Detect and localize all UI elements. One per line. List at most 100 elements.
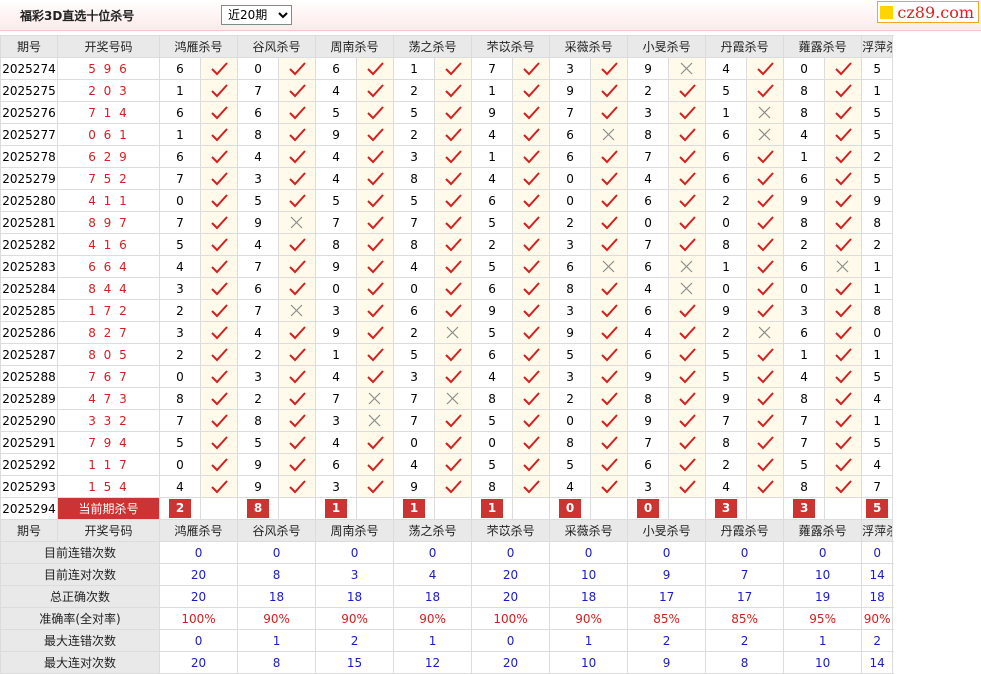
result-mark-cell bbox=[590, 299, 629, 322]
result-mark-cell bbox=[824, 409, 863, 432]
result-mark-cell bbox=[512, 343, 551, 366]
result-mark-cell bbox=[668, 299, 707, 322]
stat-value-cell: 20 bbox=[471, 563, 551, 586]
result-mark-cell bbox=[278, 431, 317, 454]
check-icon bbox=[445, 193, 462, 207]
kill-number-cell: 6 bbox=[783, 321, 826, 344]
check-icon bbox=[211, 61, 228, 75]
result-mark-cell bbox=[278, 453, 317, 476]
kill-number-cell: 1 bbox=[471, 79, 514, 102]
kill-number-cell: 1 bbox=[783, 343, 826, 366]
kill-number-cell: 6 bbox=[627, 453, 670, 476]
check-icon bbox=[757, 215, 774, 229]
check-icon bbox=[835, 479, 852, 493]
col-header-expert: 芣苡杀号 bbox=[471, 519, 551, 542]
kill-number-cell: 4 bbox=[315, 79, 358, 102]
kill-number-cell: 3 bbox=[549, 299, 592, 322]
kill-number-cell: 6 bbox=[627, 343, 670, 366]
col-header-expert: 荡之杀号 bbox=[393, 519, 473, 542]
check-icon bbox=[757, 391, 774, 405]
check-icon bbox=[523, 413, 540, 427]
kill-number-cell: 7 bbox=[705, 409, 748, 432]
result-mark-cell bbox=[356, 167, 395, 190]
result-mark-cell bbox=[199, 255, 239, 278]
result-mark-cell bbox=[199, 409, 239, 432]
result-mark-cell bbox=[590, 387, 629, 410]
check-icon bbox=[211, 215, 228, 229]
kill-number-cell: 7 bbox=[159, 409, 201, 432]
result-mark-cell bbox=[434, 475, 473, 498]
kill-number-cell: 4 bbox=[315, 145, 358, 168]
col-header-expert: 采薇杀号 bbox=[549, 35, 629, 58]
kill-number-cell: 0 bbox=[783, 277, 826, 300]
stat-value-cell: 2 bbox=[315, 629, 395, 652]
result-mark-cell bbox=[668, 321, 707, 344]
kill-number-cell: 6 bbox=[705, 123, 748, 146]
kill-number-cell: 4 bbox=[237, 233, 280, 256]
stat-value-cell: 9 bbox=[627, 563, 707, 586]
kill-number-cell: 4 bbox=[471, 167, 514, 190]
kill-number-cell: 3 bbox=[627, 101, 670, 124]
check-icon bbox=[289, 259, 306, 273]
check-icon bbox=[367, 215, 384, 229]
result-mark-cell bbox=[512, 365, 551, 388]
kill-number-cell: 7 bbox=[627, 145, 670, 168]
kill-number-cell: 2 bbox=[705, 453, 748, 476]
check-icon bbox=[211, 347, 228, 361]
result-mark-cell bbox=[746, 123, 785, 146]
check-icon bbox=[367, 479, 384, 493]
check-icon bbox=[367, 347, 384, 361]
kill-number-cell: 7 bbox=[159, 211, 201, 234]
kill-number-cell: 3 bbox=[159, 277, 201, 300]
result-mark-cell bbox=[356, 409, 395, 432]
table-row: 20252921 1 70964556254全对 bbox=[0, 453, 894, 476]
result-mark-cell bbox=[512, 431, 551, 454]
kill-number-cell: 3 bbox=[393, 145, 436, 168]
kill-number-cell: 4 bbox=[393, 453, 436, 476]
result-mark-cell bbox=[824, 365, 863, 388]
issue-cell: 2025283 bbox=[0, 255, 58, 278]
cross-icon bbox=[758, 128, 771, 140]
kill-number-cell: 3 bbox=[315, 475, 358, 498]
draw-number-cell: 8 0 5 bbox=[57, 343, 160, 366]
check-icon bbox=[445, 215, 462, 229]
result-mark-cell bbox=[824, 101, 863, 124]
kill-number-cell: 4 bbox=[393, 255, 436, 278]
check-icon bbox=[601, 391, 618, 405]
result-mark-cell bbox=[590, 101, 629, 124]
check-icon bbox=[289, 457, 306, 471]
stat-value-cell: 18 bbox=[237, 585, 317, 608]
kill-number-cell: 2 bbox=[237, 343, 280, 366]
result-mark-cell bbox=[278, 79, 317, 102]
result-mark-cell bbox=[199, 475, 239, 498]
check-icon bbox=[445, 105, 462, 119]
kill-number-cell: 9 bbox=[705, 387, 748, 410]
kill-number-cell: 0 bbox=[471, 431, 514, 454]
kill-number-cell: 6 bbox=[393, 299, 436, 322]
kill-number-cell: 5 bbox=[861, 57, 894, 80]
check-icon bbox=[757, 259, 774, 273]
kill-number-cell: 3 bbox=[549, 233, 592, 256]
site-logo[interactable]: cz89.com bbox=[877, 1, 979, 23]
check-icon bbox=[679, 171, 696, 185]
logo-square-icon bbox=[880, 5, 894, 19]
result-mark-cell bbox=[199, 57, 239, 80]
result-mark-cell bbox=[512, 321, 551, 344]
result-mark-cell bbox=[512, 277, 551, 300]
result-mark-cell bbox=[668, 189, 707, 212]
kill-number-cell: 0 bbox=[705, 211, 748, 234]
issue-cell: 2025290 bbox=[0, 409, 58, 432]
kill-number-cell: 0 bbox=[861, 321, 894, 344]
kill-number-cell: 6 bbox=[315, 453, 358, 476]
result-mark-cell bbox=[278, 123, 317, 146]
stat-value-cell: 2 bbox=[627, 629, 707, 652]
result-mark-cell bbox=[356, 255, 395, 278]
check-icon bbox=[367, 61, 384, 75]
result-mark-cell bbox=[199, 453, 239, 476]
result-mark-cell bbox=[590, 343, 629, 366]
stat-value-cell: 20 bbox=[471, 651, 551, 674]
period-select[interactable]: 近20期 bbox=[221, 5, 292, 25]
kill-number-cell: 8 bbox=[627, 123, 670, 146]
check-icon bbox=[211, 281, 228, 295]
empty-cell bbox=[824, 497, 863, 520]
